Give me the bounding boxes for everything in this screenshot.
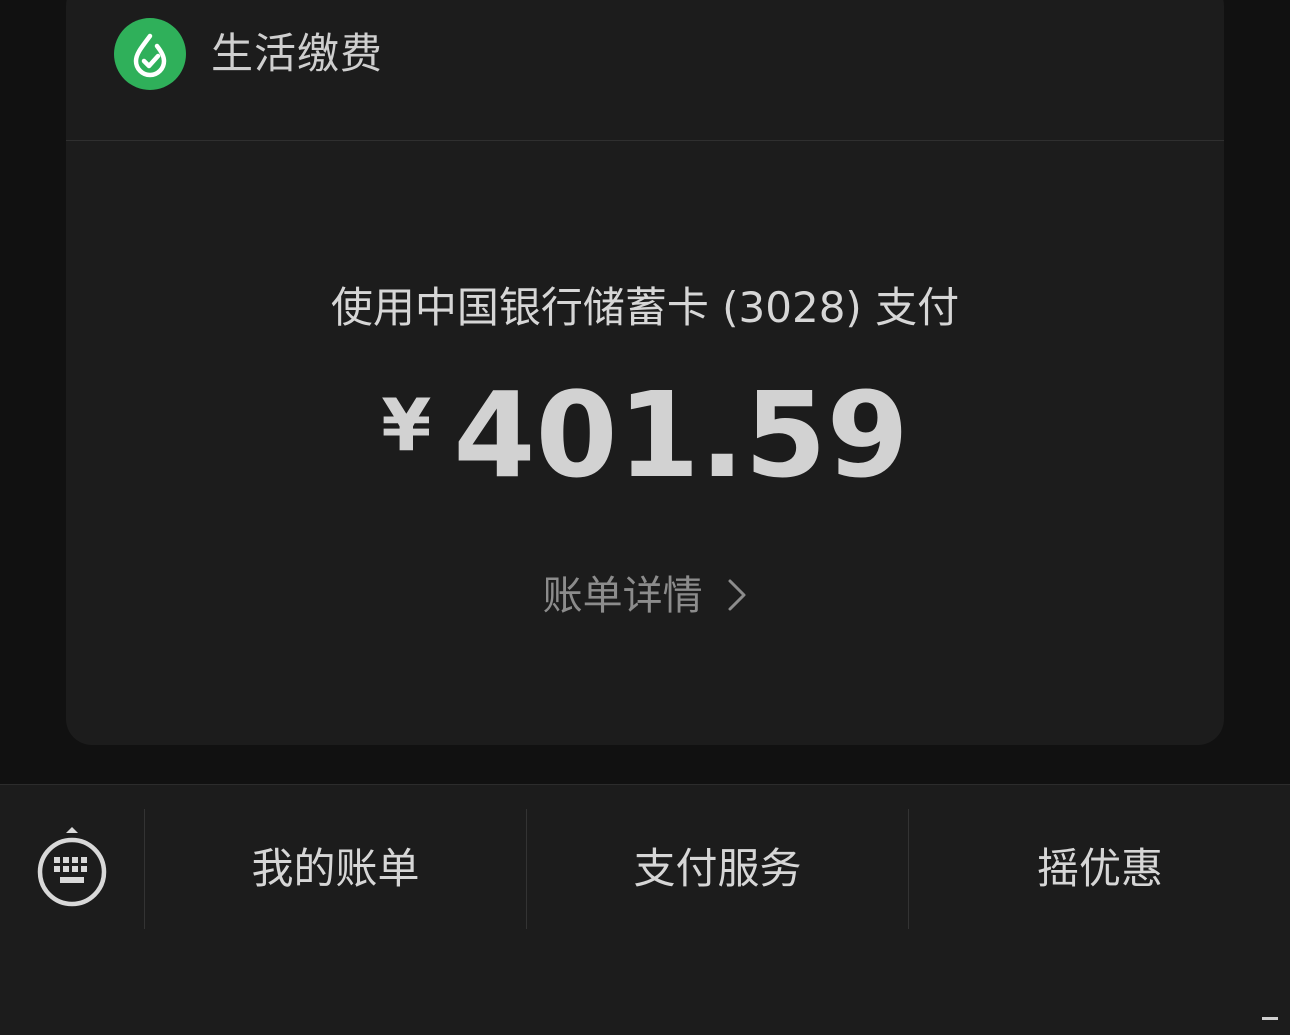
keyboard-icon: [37, 827, 107, 907]
brand-name: 生活缴费: [211, 29, 384, 78]
payment-amount: 401.59: [453, 366, 909, 504]
bottom-menu-bar: 我的账单 支付服务 摇优惠: [0, 784, 1290, 1035]
menu-my-bills[interactable]: 我的账单: [144, 809, 526, 929]
bill-detail-link[interactable]: 账单详情: [66, 570, 1224, 622]
card-header: 生活缴费: [66, 0, 1224, 141]
payment-method-text: 使用中国银行储蓄卡 (3028) 支付: [330, 283, 960, 332]
menu-shake-discount[interactable]: 摇优惠: [908, 809, 1290, 929]
amount-row: ¥401.59: [66, 375, 1224, 495]
bill-detail-label: 账单详情: [542, 573, 703, 619]
payment-card: 生活缴费 使用中国银行储蓄卡 (3028) 支付 ¥401.59 账单详情: [66, 0, 1224, 745]
menu-payment-services[interactable]: 支付服务: [526, 809, 908, 929]
chevron-right-icon: [728, 579, 746, 611]
currency-symbol: ¥: [381, 383, 432, 467]
utility-payment-icon: [114, 18, 186, 90]
payment-result-screen: 生活缴费 使用中国银行储蓄卡 (3028) 支付 ¥401.59 账单详情 我的…: [0, 0, 1290, 1035]
keyboard-toggle-button[interactable]: [34, 825, 110, 915]
home-indicator: [1262, 1017, 1278, 1020]
